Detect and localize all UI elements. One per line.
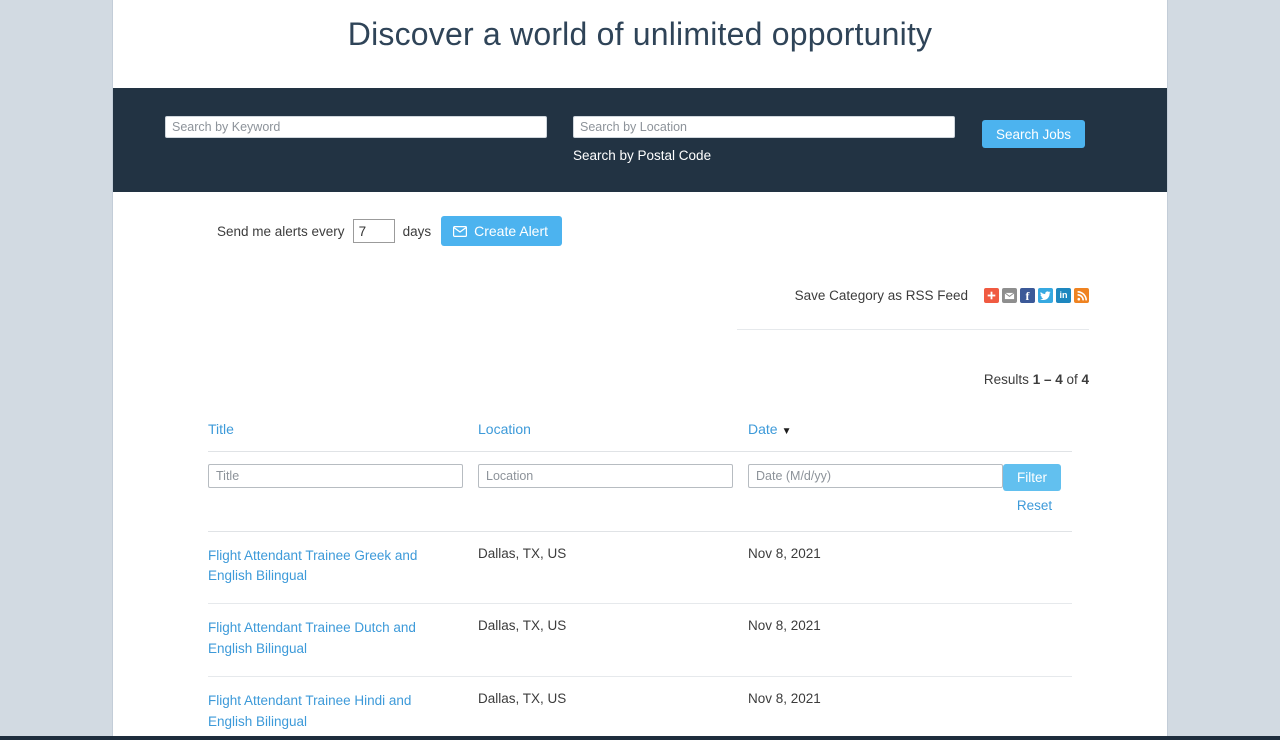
column-header-date: Date ▼ [748, 421, 1003, 452]
results-prefix: Results [983, 372, 1033, 387]
jobs-table-wrap: Title Location Date ▼ Title Location Dat… [208, 421, 1072, 736]
filter-cell-title [208, 452, 478, 514]
filter-location-input[interactable] [478, 464, 733, 488]
alert-days-unit-label: days [402, 223, 432, 239]
job-location-cell: Dallas, TX, US [478, 676, 748, 736]
keyword-field-wrap [165, 116, 547, 138]
sort-by-location-link[interactable]: Location [478, 421, 531, 437]
email-share-icon[interactable] [1002, 288, 1017, 303]
results-total: 4 [1081, 372, 1089, 387]
reset-filters-link[interactable]: Reset [1003, 498, 1066, 513]
filter-cell-actions: Filter Reset [1003, 452, 1072, 513]
job-title-cell: Flight Attendant Trainee Dutch and Engli… [208, 603, 478, 678]
job-actions-cell [1003, 531, 1072, 605]
job-actions-cell [1003, 603, 1072, 678]
table-filter-row: Filter Reset [208, 452, 1072, 514]
search-jobs-button[interactable]: Search Jobs [982, 120, 1086, 148]
sort-by-title-link[interactable]: Title [208, 421, 234, 437]
search-location-input[interactable] [573, 116, 955, 138]
envelope-icon [453, 225, 468, 237]
column-header-title: Title [208, 421, 478, 452]
table-filter-divider [208, 513, 1072, 532]
job-title-link[interactable]: Flight Attendant Trainee Dutch and Engli… [208, 618, 448, 660]
search-keyword-input[interactable] [165, 116, 547, 138]
results-middle: of [1062, 372, 1082, 387]
page-right-gutter [1167, 0, 1280, 736]
rss-share-icon[interactable] [1074, 288, 1089, 303]
filter-button[interactable]: Filter [1003, 464, 1061, 491]
job-title-cell: Flight Attendant Trainee Hindi and Engli… [208, 676, 478, 736]
search-by-postal-code-link[interactable]: Search by Postal Code [573, 148, 955, 163]
table-row[interactable]: Flight Attendant Trainee Greek and Engli… [208, 531, 1072, 605]
jobs-table: Title Location Date ▼ Title Location Dat… [208, 421, 1072, 736]
page-title: Discover a world of unlimited opportunit… [347, 15, 933, 52]
share-block: Save Category as RSS Feed f in [113, 288, 1167, 330]
sort-by-date-link[interactable]: Date [748, 421, 778, 437]
results-range: 1 – 4 [1032, 372, 1063, 387]
hero-banner: Discover a world of unlimited opportunit… [113, 0, 1167, 88]
twitter-share-icon[interactable] [1038, 288, 1053, 303]
table-header-row: Title Location Date ▼ [208, 421, 1072, 452]
filter-cell-location [478, 452, 748, 514]
share-inner: Save Category as RSS Feed f in [737, 288, 1089, 330]
job-title-link[interactable]: Flight Attendant Trainee Greek and Engli… [208, 546, 448, 588]
location-field-wrap: Search by Postal Code [573, 116, 955, 163]
job-date-cell: Nov 8, 2021 [748, 676, 1003, 736]
job-title-link[interactable]: Flight Attendant Trainee Hindi and Engli… [208, 691, 448, 733]
table-row[interactable]: Flight Attendant Trainee Hindi and Engli… [208, 676, 1072, 736]
job-location-cell: Dallas, TX, US [478, 531, 748, 605]
page-left-gutter [0, 0, 113, 736]
results-count: Results 1 – 4 of 4 [113, 372, 1167, 387]
page-content: Discover a world of unlimited opportunit… [113, 0, 1167, 736]
search-band: Search by Postal Code Search Jobs [113, 88, 1167, 192]
job-date-cell: Nov 8, 2021 [748, 603, 1003, 678]
job-date-cell: Nov 8, 2021 [748, 531, 1003, 605]
filter-date-input[interactable] [748, 464, 1003, 488]
create-alert-label: Create Alert [474, 223, 549, 239]
create-alert-button[interactable]: Create Alert [441, 216, 563, 246]
window-bottom-edge [0, 736, 1280, 740]
sort-descending-caret-icon: ▼ [781, 426, 792, 437]
facebook-share-icon[interactable]: f [1020, 288, 1035, 303]
search-form: Search by Postal Code Search Jobs [165, 116, 1086, 163]
column-header-location: Location [478, 421, 748, 452]
save-category-rss-label[interactable]: Save Category as RSS Feed [795, 288, 968, 303]
job-alert-row: Send me alerts every days Create Alert [217, 216, 1167, 246]
job-location-cell: Dallas, TX, US [478, 603, 748, 678]
browser-viewport: Discover a world of unlimited opportunit… [0, 0, 1280, 740]
job-title-cell: Flight Attendant Trainee Greek and Engli… [208, 531, 478, 605]
share-icons: f in [984, 288, 1089, 303]
job-actions-cell [1003, 676, 1072, 736]
addthis-plus-icon[interactable] [984, 288, 999, 303]
linkedin-share-icon[interactable]: in [1056, 288, 1071, 303]
alert-frequency-label: Send me alerts every [217, 223, 345, 239]
column-header-actions [1003, 421, 1072, 452]
table-row[interactable]: Flight Attendant Trainee Dutch and Engli… [208, 603, 1072, 678]
alert-days-input[interactable] [352, 219, 395, 243]
filter-title-input[interactable] [208, 464, 463, 488]
filter-cell-date [748, 452, 1003, 514]
